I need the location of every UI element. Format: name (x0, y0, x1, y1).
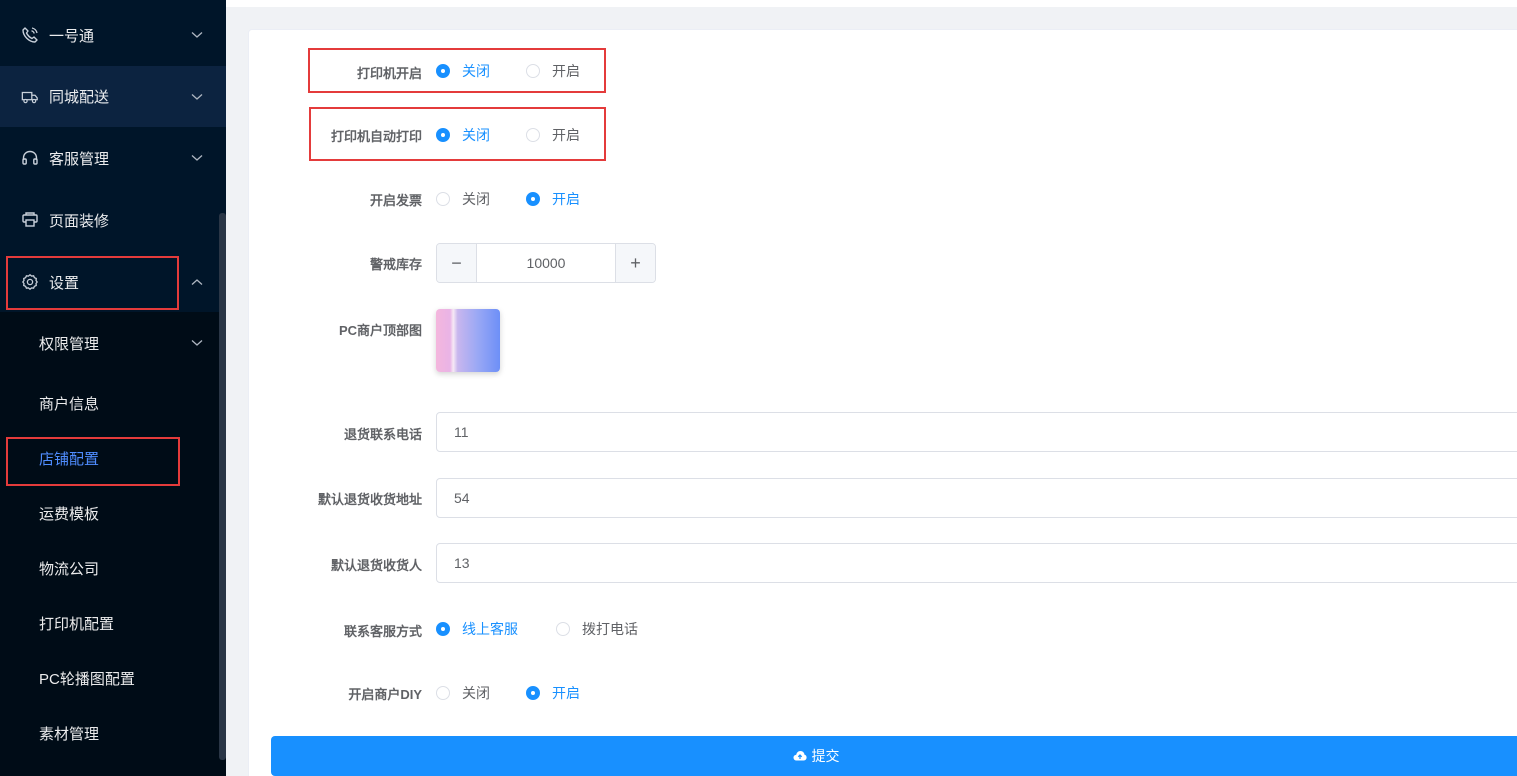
submenu-item-store-config[interactable]: 店铺配置 (0, 440, 226, 476)
sidebar-scrollbar[interactable] (219, 213, 226, 760)
gear-icon (21, 273, 39, 291)
radio-label: 开启 (552, 685, 580, 701)
radio-dot (436, 64, 450, 78)
submenu-label: 权限管理 (39, 335, 100, 353)
submenu-background (0, 312, 226, 776)
cloud-upload-icon (793, 750, 807, 762)
return-phone-input[interactable]: 11 (436, 412, 1517, 452)
radio-dot (436, 128, 450, 142)
submit-label: 提交 (811, 748, 840, 764)
menu-item-page-decoration[interactable]: 页面装修 (0, 201, 226, 239)
service-method-label: 联系客服方式 (343, 624, 422, 639)
stock-warning-input[interactable]: 10000 (477, 244, 615, 282)
radio-label: 关闭 (462, 63, 490, 79)
radio-dot (526, 192, 540, 206)
sidebar: 一号通 同城配送 客服管理 页面装修 设置 权限管理 商户信息 店铺配置 运费模… (0, 0, 226, 776)
radio-dot (526, 686, 540, 700)
stepper-plus-button[interactable]: + (615, 244, 655, 282)
invoice-radio-on[interactable]: 开启 (526, 189, 580, 209)
submenu-label: 素材管理 (39, 725, 100, 743)
radio-dot (436, 686, 450, 700)
radio-label: 关闭 (462, 685, 490, 701)
radio-label: 开启 (552, 127, 580, 143)
chevron-down-icon (191, 29, 203, 41)
submenu-item-shipping-template[interactable]: 运费模板 (0, 495, 226, 531)
submenu-label: 物流公司 (39, 560, 100, 578)
submenu-item-materials[interactable]: 素材管理 (0, 715, 226, 751)
top-bar (226, 0, 1517, 7)
submenu-item-permission[interactable]: 权限管理 (0, 325, 226, 361)
radio-dot (526, 64, 540, 78)
radio-label: 拨打电话 (582, 621, 638, 637)
printer-enable-radio-off[interactable]: 关闭 (436, 61, 490, 81)
submenu-label: 店铺配置 (39, 450, 100, 468)
pc-top-image-thumbnail[interactable] (436, 309, 500, 372)
menu-label: 客服管理 (49, 150, 110, 168)
radio-dot (526, 128, 540, 142)
printer-enable-radio-on[interactable]: 开启 (526, 61, 580, 81)
stock-warning-stepper: − 10000 + (436, 243, 656, 283)
pc-top-image-label: PC商户顶部图 (338, 323, 422, 338)
service-radio-online[interactable]: 线上客服 (436, 619, 518, 639)
radio-label: 线上客服 (462, 621, 518, 637)
chevron-down-icon (191, 91, 203, 103)
submenu-label: 打印机配置 (39, 615, 115, 633)
menu-item-customer-service[interactable]: 客服管理 (0, 139, 226, 177)
submenu-label: 运费模板 (39, 505, 100, 523)
menu-item-yihaotong[interactable]: 一号通 (0, 16, 226, 54)
submenu-label: PC轮播图配置 (39, 670, 135, 688)
menu-label: 页面装修 (49, 212, 110, 230)
printer-enable-label: 打印机开启 (356, 66, 422, 81)
service-radio-phone[interactable]: 拨打电话 (556, 619, 638, 639)
radio-label: 关闭 (462, 191, 490, 207)
radio-dot (436, 622, 450, 636)
menu-label: 一号通 (49, 27, 95, 45)
return-receiver-label: 默认退货收货人 (330, 558, 422, 573)
menu-item-settings[interactable]: 设置 (0, 262, 226, 302)
printer-auto-print-radio-on[interactable]: 开启 (526, 125, 580, 145)
chevron-down-icon (191, 152, 203, 164)
radio-label: 关闭 (462, 127, 490, 143)
submenu-item-printer-config[interactable]: 打印机配置 (0, 605, 226, 641)
stepper-minus-button[interactable]: − (437, 244, 477, 282)
printer-auto-print-radio-off[interactable]: 关闭 (436, 125, 490, 145)
headset-icon (21, 149, 39, 167)
stock-warning-label: 警戒库存 (369, 257, 422, 272)
return-address-label: 默认退货收货地址 (317, 492, 422, 507)
return-address-input[interactable]: 54 (436, 478, 1517, 518)
menu-label: 同城配送 (49, 89, 110, 106)
printer-auto-print-label: 打印机自动打印 (330, 129, 422, 144)
submenu-label: 商户信息 (39, 395, 100, 413)
invoice-radio-off[interactable]: 关闭 (436, 189, 490, 209)
menu-label: 设置 (49, 274, 80, 292)
radio-label: 开启 (552, 191, 580, 207)
truck-icon (21, 88, 39, 106)
chevron-down-icon (191, 337, 203, 349)
merchant-diy-radio-off[interactable]: 关闭 (436, 683, 490, 703)
chevron-up-icon (191, 276, 203, 288)
return-receiver-input[interactable]: 13 (436, 543, 1517, 583)
radio-dot (436, 192, 450, 206)
invoice-enable-label: 开启发票 (369, 193, 422, 208)
radio-label: 开启 (552, 63, 580, 79)
merchant-diy-label: 开启商户DIY (348, 687, 422, 702)
merchant-diy-radio-on[interactable]: 开启 (526, 683, 580, 703)
phone-icon (21, 26, 39, 44)
submenu-item-merchant-info[interactable]: 商户信息 (0, 385, 226, 421)
menu-item-same-city-delivery[interactable]: 同城配送 (0, 66, 226, 127)
submenu-item-logistics[interactable]: 物流公司 (0, 550, 226, 586)
return-phone-label: 退货联系电话 (343, 427, 422, 442)
submenu-item-pc-carousel[interactable]: PC轮播图配置 (0, 660, 226, 696)
submit-button[interactable]: 提交 (271, 736, 1517, 776)
printer-icon (21, 211, 39, 229)
radio-dot (556, 622, 570, 636)
